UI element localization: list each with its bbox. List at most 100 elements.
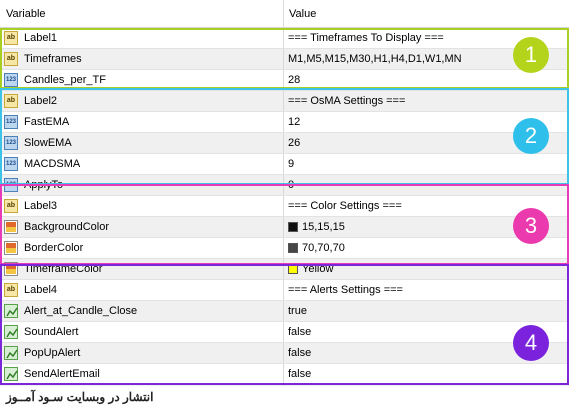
variable-value: === Color Settings ===: [288, 200, 402, 212]
group-number-badge-2: 2: [513, 118, 549, 154]
variable-name: Candles_per_TF: [24, 74, 106, 86]
variable-value: 26: [288, 137, 301, 149]
table-row[interactable]: ab Timeframes M1,M5,M15,M30,H1,H4,D1,W1,MN: [0, 49, 569, 70]
variable-value: 12: [288, 116, 301, 128]
variable-cell[interactable]: ab Label1: [0, 28, 284, 48]
variable-cell[interactable]: PopUpAlert: [0, 343, 284, 363]
table-row[interactable]: BackgroundColor 15,15,15: [0, 217, 569, 238]
color-palette-icon: [4, 262, 18, 276]
table-row[interactable]: PopUpAlert false: [0, 343, 569, 364]
footer-text: انتشار در وبسایت سـود آمــوز: [6, 390, 154, 404]
variable-cell[interactable]: ab Timeframes: [0, 49, 284, 69]
value-cell[interactable]: 28: [284, 70, 569, 90]
value-cell[interactable]: 0: [284, 175, 569, 195]
variable-cell[interactable]: Alert_at_Candle_Close: [0, 301, 284, 321]
variable-name: Label1: [24, 32, 58, 44]
table-row[interactable]: ab Label4 === Alerts Settings ===: [0, 280, 569, 301]
table-row[interactable]: Alert_at_Candle_Close true: [0, 301, 569, 322]
variable-cell[interactable]: 123 SlowEMA: [0, 133, 284, 153]
number-123-icon: 123: [4, 73, 18, 87]
variable-cell[interactable]: TimeframeColor: [0, 259, 284, 279]
variable-name: PopUpAlert: [24, 347, 81, 359]
boolean-chart-icon: [4, 325, 18, 339]
value-cell[interactable]: false: [284, 364, 569, 384]
group-number-badge-1: 1: [513, 37, 549, 73]
variable-name: Alert_at_Candle_Close: [24, 305, 138, 317]
variable-name: TimeframeColor: [24, 263, 103, 275]
table-row[interactable]: 123 ApplyTo 0: [0, 175, 569, 196]
string-ab-icon: ab: [4, 94, 18, 108]
variable-value: Yellow: [302, 263, 334, 275]
footer-caption: انتشار در وبسایت سـود آمــوز: [0, 386, 569, 409]
variable-name: ApplyTo: [24, 179, 64, 191]
number-123-icon: 123: [4, 136, 18, 150]
variable-cell[interactable]: SendAlertEmail: [0, 364, 284, 384]
variable-cell[interactable]: 123 FastEMA: [0, 112, 284, 132]
boolean-chart-icon: [4, 346, 18, 360]
variable-name: Timeframes: [24, 53, 82, 65]
variable-name: Label3: [24, 200, 58, 212]
value-cell[interactable]: Yellow: [284, 259, 569, 279]
variable-value: 9: [288, 158, 295, 170]
variable-value: 70,70,70: [302, 242, 345, 254]
variable-name: BorderColor: [24, 242, 84, 254]
table-row[interactable]: TimeframeColor Yellow: [0, 259, 569, 280]
variable-name: SoundAlert: [24, 326, 79, 338]
variable-cell[interactable]: BackgroundColor: [0, 217, 284, 237]
variable-name: BackgroundColor: [24, 221, 109, 233]
table-row[interactable]: ab Label1 === Timeframes To Display ===: [0, 28, 569, 49]
value-cell[interactable]: === Alerts Settings ===: [284, 280, 569, 300]
string-ab-icon: ab: [4, 283, 18, 297]
table-row[interactable]: 123 SlowEMA 26: [0, 133, 569, 154]
color-palette-icon: [4, 220, 18, 234]
variable-value: === OsMA Settings ===: [288, 95, 406, 107]
string-ab-icon: ab: [4, 199, 18, 213]
table-row[interactable]: ab Label2 === OsMA Settings ===: [0, 91, 569, 112]
variable-cell[interactable]: 123 ApplyTo: [0, 175, 284, 195]
boolean-chart-icon: [4, 304, 18, 318]
table-row[interactable]: ab Label3 === Color Settings ===: [0, 196, 569, 217]
color-swatch: [288, 264, 298, 274]
variable-cell[interactable]: 123 MACDSMA: [0, 154, 284, 174]
variable-value: false: [288, 347, 312, 359]
value-cell[interactable]: === OsMA Settings ===: [284, 91, 569, 111]
variable-cell[interactable]: ab Label3: [0, 196, 284, 216]
color-palette-icon: [4, 241, 18, 255]
color-swatch: [288, 222, 298, 232]
variable-value: === Timeframes To Display ===: [288, 32, 444, 44]
inputs-table-header: Variable Value: [0, 0, 569, 28]
boolean-chart-icon: [4, 367, 18, 381]
value-cell[interactable]: 9: [284, 154, 569, 174]
variable-value: false: [288, 326, 312, 338]
table-row[interactable]: BorderColor 70,70,70: [0, 238, 569, 259]
variable-cell[interactable]: ab Label4: [0, 280, 284, 300]
table-row[interactable]: SendAlertEmail false: [0, 364, 569, 385]
number-123-icon: 123: [4, 178, 18, 192]
variable-value: false: [288, 368, 312, 380]
variable-column-header[interactable]: Variable: [6, 8, 46, 20]
variable-cell[interactable]: ab Label2: [0, 91, 284, 111]
inputs-table-body: ab Label1 === Timeframes To Display === ab T…: [0, 28, 569, 406]
value-column-header[interactable]: Value: [289, 8, 316, 20]
number-123-icon: 123: [4, 115, 18, 129]
variable-value: 15,15,15: [302, 221, 345, 233]
table-row[interactable]: 123 FastEMA 12: [0, 112, 569, 133]
table-row[interactable]: SoundAlert false: [0, 322, 569, 343]
variable-cell[interactable]: 123 Candles_per_TF: [0, 70, 284, 90]
variable-value: === Alerts Settings ===: [288, 284, 403, 296]
table-row[interactable]: 123 MACDSMA 9: [0, 154, 569, 175]
variable-name: Label2: [24, 95, 58, 107]
variable-cell[interactable]: BorderColor: [0, 238, 284, 258]
variable-name: FastEMA: [24, 116, 70, 128]
variable-name: SlowEMA: [24, 137, 72, 149]
variable-name: Label4: [24, 284, 58, 296]
string-ab-icon: ab: [4, 31, 18, 45]
variable-value: 0: [288, 179, 295, 191]
column-separator[interactable]: [283, 0, 284, 27]
variable-cell[interactable]: SoundAlert: [0, 322, 284, 342]
variable-value: true: [288, 305, 307, 317]
variable-value: 28: [288, 74, 301, 86]
value-cell[interactable]: true: [284, 301, 569, 321]
number-123-icon: 123: [4, 157, 18, 171]
table-row[interactable]: 123 Candles_per_TF 28: [0, 70, 569, 91]
